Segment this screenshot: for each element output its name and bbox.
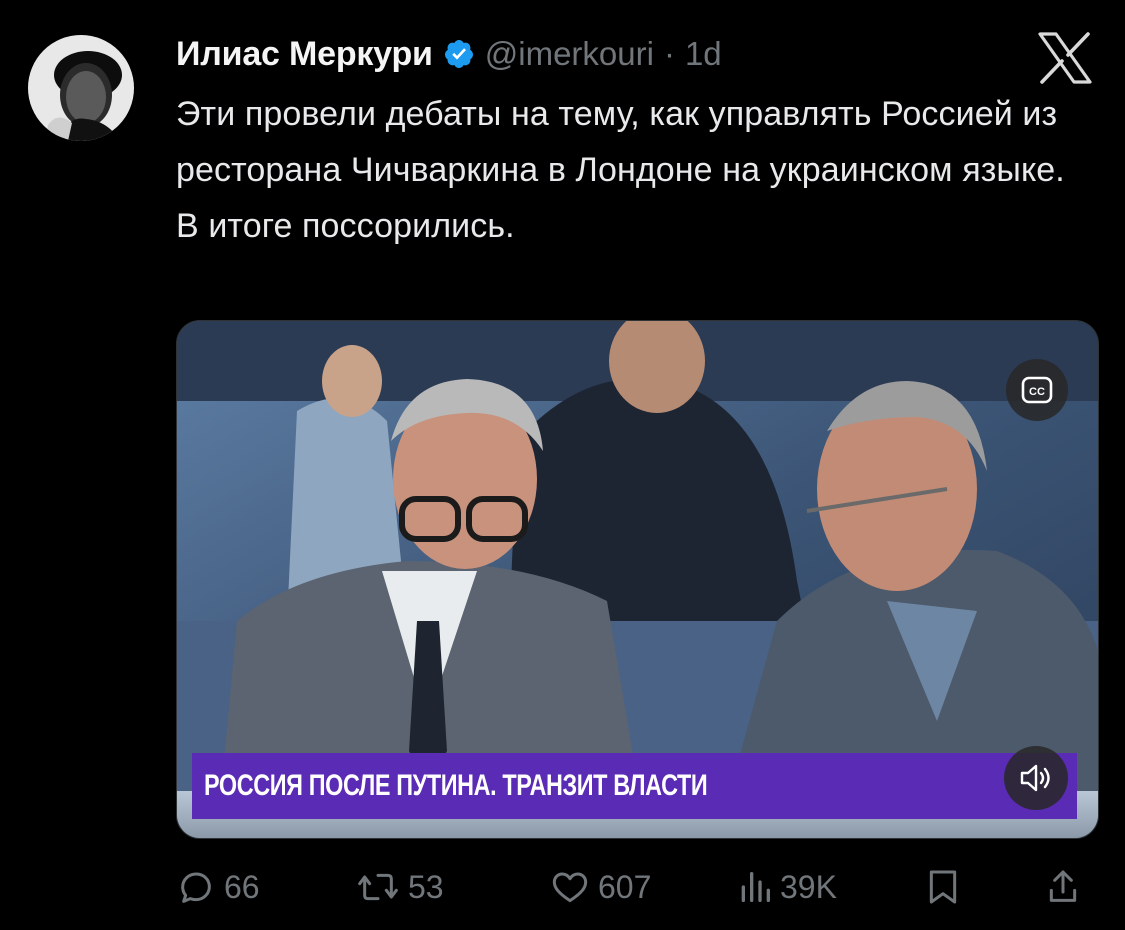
like-button[interactable]: 607: [550, 862, 651, 912]
author-avatar[interactable]: [28, 35, 134, 141]
x-logo-icon: [1037, 32, 1093, 84]
avatar-image: [28, 35, 134, 141]
tweet-timestamp[interactable]: 1d: [685, 35, 722, 73]
author-display-name[interactable]: Илиас Меркури: [176, 35, 433, 74]
unmute-button[interactable]: [1004, 746, 1068, 810]
lower-third-text: РОССИЯ ПОСЛЕ ПУТИНА. ТРАНЗИТ ВЛАСТИ: [204, 769, 708, 802]
bookmark-icon: [929, 870, 957, 904]
share-icon: [1049, 870, 1077, 902]
speaker-icon: [1020, 764, 1050, 792]
views-chart-icon: [741, 872, 770, 902]
reply-count: 66: [224, 868, 260, 905]
bookmark-button[interactable]: [926, 862, 960, 912]
heart-icon: [552, 872, 588, 903]
reply-button[interactable]: 66: [176, 862, 260, 912]
author-handle[interactable]: @imerkouri: [485, 35, 654, 73]
retweet-icon: [358, 873, 398, 901]
view-count: 39K: [780, 868, 837, 905]
like-count: 607: [598, 868, 652, 905]
video-player[interactable]: CC РОССИЯ ПОСЛЕ ПУТИНА. ТРАНЗИТ ВЛАСТИ: [176, 320, 1099, 839]
tweet-text: Эти провели дебаты на тему, как управлят…: [176, 95, 1065, 245]
retweet-count: 53: [408, 868, 444, 905]
tweet-header: Илиас Меркури @imerkouri · 1d: [176, 30, 722, 78]
verified-badge-icon: [443, 38, 475, 70]
share-button[interactable]: [1046, 862, 1080, 912]
retweet-button[interactable]: 53: [356, 862, 444, 912]
video-lower-third: РОССИЯ ПОСЛЕ ПУТИНА. ТРАНЗИТ ВЛАСТИ: [192, 753, 1077, 819]
views-button[interactable]: 39K: [738, 862, 837, 912]
tweet-action-bar: 66 53 607 39K: [176, 862, 1096, 912]
cc-icon: CC: [1021, 376, 1053, 404]
closed-captions-button[interactable]: CC: [1006, 359, 1068, 421]
reply-icon: [181, 872, 211, 903]
header-separator: ·: [663, 35, 675, 72]
svg-text:CC: CC: [1029, 386, 1045, 398]
